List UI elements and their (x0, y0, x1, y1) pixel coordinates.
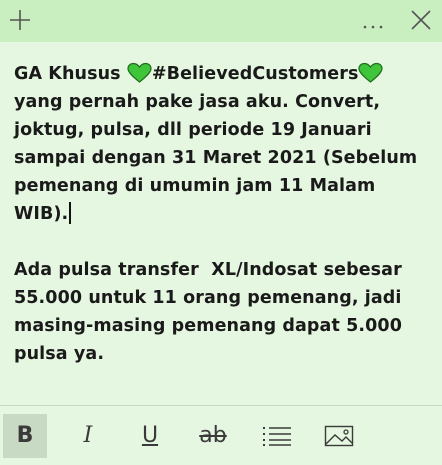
underline-label: U (141, 423, 159, 448)
note-text-segment: joktug, pulsa, dll periode 19 Januari (14, 120, 372, 140)
close-icon (411, 10, 431, 30)
note-line: joktug, pulsa, dll periode 19 Januari (14, 116, 434, 144)
underline-button[interactable]: U (128, 414, 172, 458)
close-button[interactable] (401, 0, 441, 40)
note-text-segment: pemenang di umumin jam 11 Malam (14, 176, 376, 196)
menu-button[interactable] (353, 0, 393, 40)
note-line: masing-masing pemenang dapat 5.000 (14, 312, 434, 340)
note-line: WIB). (14, 200, 434, 228)
italic-label: I (83, 423, 93, 448)
note-text-segment: WIB). (14, 204, 69, 224)
note-text-segment: 55.000 untuk 11 orang pemenang, jadi (14, 288, 402, 308)
note-line: sampai dengan 31 Maret 2021 (Sebelum (14, 144, 434, 172)
bold-label: B (16, 423, 34, 448)
formatting-toolbar: B I U ab (0, 405, 442, 465)
note-line: yang pernah pake jasa aku. Convert, (14, 88, 434, 116)
note-line (14, 228, 434, 256)
note-text-segment: yang pernah pake jasa aku. Convert, (14, 92, 381, 112)
note-line: 55.000 untuk 11 orang pemenang, jadi (14, 284, 434, 312)
note-text-segment: pulsa ya. (14, 344, 105, 364)
insert-image-button[interactable] (317, 414, 361, 458)
ellipsis-icon (363, 25, 383, 29)
note-line: GA Khusus #BelievedCustomers (14, 60, 434, 88)
note-text-segment: masing-masing pemenang dapat 5.000 (14, 316, 402, 336)
note-line: pemenang di umumin jam 11 Malam (14, 172, 434, 200)
note-line: pulsa ya. (14, 340, 434, 368)
note-text-area[interactable]: GA Khusus #BelievedCustomers yang pernah … (14, 60, 434, 368)
strikethrough-button[interactable]: ab (191, 414, 235, 458)
note-text-segment: Ada pulsa transfer XL/Indosat sebesar (14, 260, 402, 280)
bulleted-list-button[interactable] (255, 414, 299, 458)
image-icon (324, 425, 354, 447)
plus-icon (10, 10, 30, 30)
note-text-segment: sampai dengan 31 Maret 2021 (Sebelum (14, 148, 418, 168)
title-bar (0, 0, 442, 42)
italic-button[interactable]: I (66, 414, 110, 458)
green-heart-icon (127, 62, 152, 83)
strikethrough-label: ab (199, 423, 227, 448)
note-line: Ada pulsa transfer XL/Indosat sebesar (14, 256, 434, 284)
green-heart-icon (358, 62, 384, 83)
new-note-button[interactable] (0, 0, 40, 40)
text-cursor (69, 202, 72, 224)
note-text-segment: #BelievedCustomers (151, 64, 359, 84)
note-text-segment: GA Khusus (14, 64, 127, 84)
bold-button[interactable]: B (3, 414, 47, 458)
bulleted-list-icon (263, 427, 291, 446)
